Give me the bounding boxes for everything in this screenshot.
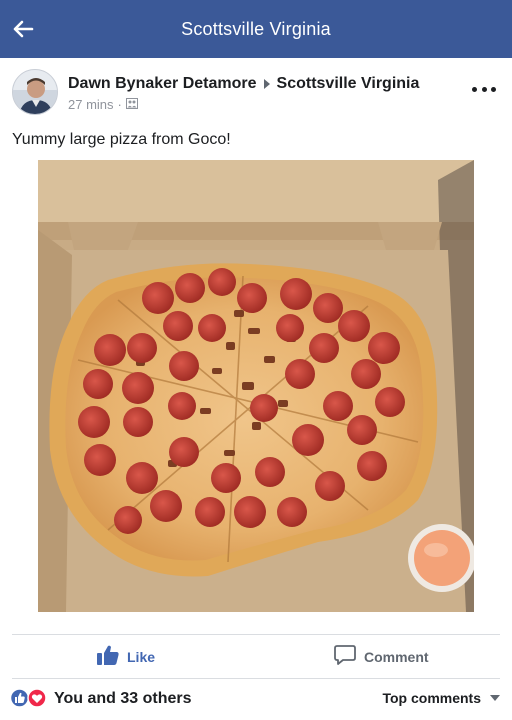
comment-label: Comment — [364, 648, 429, 665]
reaction-summary[interactable]: You and 33 others — [54, 690, 192, 708]
page-title: Scottsville Virginia — [181, 18, 331, 39]
post-author-line: Dawn Bynaker Detamore Scottsville Virgin… — [68, 75, 419, 93]
pizza-photo[interactable] — [38, 160, 474, 612]
thumbs-up-icon — [97, 645, 127, 668]
divider — [12, 678, 500, 679]
meta-separator: · — [117, 97, 122, 112]
post-timestamp[interactable]: 27 mins — [68, 97, 114, 112]
sort-label: Top comments — [382, 690, 481, 706]
author-name[interactable]: Dawn Bynaker Detamore — [68, 75, 257, 93]
reaction-icons[interactable] — [9, 688, 48, 708]
top-comments-dropdown[interactable]: Top comments — [382, 690, 500, 706]
more-options-icon[interactable] — [472, 82, 496, 96]
group-name[interactable]: Scottsville Virginia — [277, 75, 420, 93]
post-text: Yummy large pizza from Goco! — [12, 131, 231, 148]
comment-bubble-icon — [334, 645, 364, 668]
like-label: Like — [127, 648, 156, 665]
reactions-bar: You and 33 others Top comments — [0, 680, 512, 720]
post-actions: Like Comment — [0, 637, 512, 677]
post-header: Dawn Bynaker Detamore Scottsville Virgin… — [0, 58, 512, 124]
avatar[interactable] — [12, 69, 58, 115]
group-privacy-icon — [125, 97, 138, 112]
like-button[interactable]: Like — [97, 645, 155, 668]
back-arrow-icon[interactable] — [10, 16, 36, 42]
post-meta: 27 mins · — [68, 97, 138, 112]
divider — [12, 634, 500, 635]
chevron-down-icon — [490, 695, 500, 701]
triangle-right-icon — [263, 79, 270, 89]
comment-button[interactable]: Comment — [334, 645, 429, 668]
top-navigation-bar: Scottsville Virginia — [0, 0, 512, 58]
